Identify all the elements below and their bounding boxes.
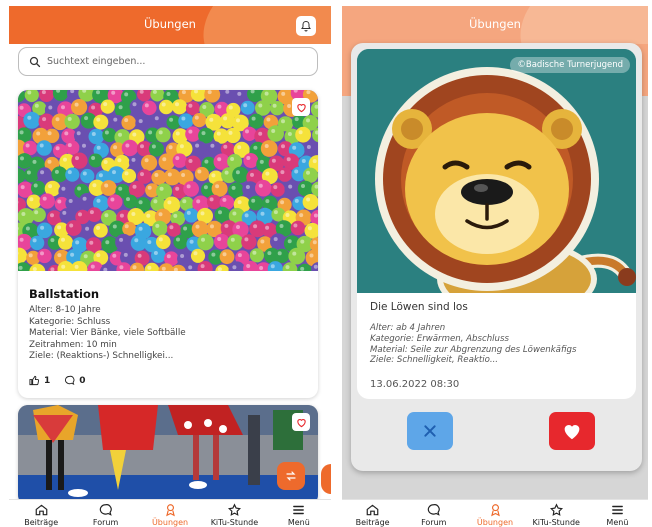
detail-age: Alter: 8-10 Jahre [29, 305, 101, 315]
menu-icon [293, 505, 305, 515]
nav-label: Menü [606, 518, 629, 527]
page-title: Übungen [144, 17, 196, 31]
share-button[interactable] [277, 462, 305, 490]
heart-outline-icon [296, 103, 306, 112]
exercise-list-screen: Übungen Ballstation Alter: 8-10 Jahre Ka… [9, 6, 331, 527]
nav-label: KiTu-Stunde [210, 518, 259, 527]
bottom-navigation: Beiträge Forum Übungen KiTu-Stunde Menü [9, 499, 331, 527]
nav-item-uebungen[interactable]: Übungen [138, 500, 202, 527]
exercise-details: Alter: ab 4 Jahren Kategorie: Erwärmen, … [370, 323, 576, 366]
drawer-handle[interactable] [321, 464, 331, 494]
heart-outline-icon [296, 418, 306, 427]
nav-item-menu[interactable]: Menü [267, 500, 331, 527]
heart-icon [564, 425, 580, 440]
close-icon [424, 425, 436, 437]
home-icon [35, 504, 48, 516]
comment-count: 0 [79, 375, 86, 386]
exercise-card[interactable]: ©Badische Turnerjugend Die Löwen sind lo… [357, 49, 636, 399]
search-bar[interactable] [18, 47, 318, 76]
detail-material: Material: Vier Bänke, viele Softbälle [29, 328, 186, 338]
detail-age: Alter: ab 4 Jahren [370, 323, 446, 333]
notification-button[interactable] [296, 16, 316, 36]
lion-image [357, 49, 636, 293]
page-title: Übungen [469, 17, 521, 31]
search-icon [29, 56, 41, 67]
comment-icon[interactable] [64, 375, 75, 386]
detail-category: Kategorie: Erwärmen, Abschluss [370, 333, 509, 344]
nav-item-kitu-stunde[interactable]: KiTu-Stunde [202, 500, 266, 527]
bottom-navigation: Beiträge Forum Übungen KiTu-Stunde Menü [342, 499, 648, 527]
card-stats: 1 0 [29, 375, 96, 386]
favorite-button[interactable] [292, 413, 310, 431]
nav-label: Übungen [476, 518, 514, 527]
app-header: Übungen [9, 6, 331, 44]
nav-item-menu[interactable]: Menü [587, 500, 648, 527]
detail-category: Kategorie: Schluss [29, 316, 111, 327]
copyright-badge: ©Badische Turnerjugend [510, 57, 630, 73]
nav-item-forum[interactable]: Forum [403, 500, 464, 527]
exercise-card[interactable]: Ballstation Alter: 8-10 Jahre Kategorie:… [18, 90, 318, 398]
nav-label: KiTu-Stunde [532, 518, 580, 527]
search-input[interactable] [47, 56, 287, 67]
bell-icon [301, 20, 311, 32]
like-button[interactable] [549, 412, 595, 450]
thumbs-up-icon[interactable] [29, 375, 40, 386]
nav-label: Übungen [151, 518, 189, 527]
home-icon [366, 504, 379, 516]
nav-label: Menü [287, 518, 310, 527]
dismiss-button[interactable] [407, 412, 453, 450]
exercise-swipe-screen: Übungen ©Badische Turnerjugend Die Löwen… [342, 6, 648, 527]
exercise-title: Die Löwen sind los [370, 301, 468, 313]
favorite-button[interactable] [292, 98, 310, 116]
menu-icon [612, 505, 623, 515]
exercise-details: Alter: 8-10 Jahre Kategorie: Schluss Mat… [29, 305, 186, 363]
detail-duration: Zeitrahmen: 10 min [29, 339, 117, 350]
detail-goals: Ziele: (Reaktions-) Schnelligkei... [29, 351, 174, 361]
detail-material: Material: Seile zur Abgrenzung des Löwen… [370, 344, 577, 355]
dancers-image [18, 405, 318, 505]
exercise-title: Ballstation [29, 287, 100, 301]
nav-label: Forum [421, 518, 447, 527]
nav-label: Beiträge [24, 518, 59, 527]
nav-item-beitraege[interactable]: Beiträge [9, 500, 73, 527]
nav-label: Beiträge [355, 518, 390, 527]
forum-icon [99, 504, 112, 516]
nav-item-beitraege[interactable]: Beiträge [342, 500, 403, 527]
nav-label: Forum [92, 518, 119, 527]
nav-item-forum[interactable]: Forum [73, 500, 137, 527]
nav-item-kitu-stunde[interactable]: KiTu-Stunde [526, 500, 587, 527]
exercise-swipe-modal: ©Badische Turnerjugend Die Löwen sind lo… [351, 43, 642, 471]
nav-item-uebungen[interactable]: Übungen [464, 500, 525, 527]
star-icon [227, 503, 241, 516]
detail-goals: Ziele: Schnelligkeit, Reaktio... [370, 355, 499, 366]
exercise-icon [165, 504, 175, 517]
forum-icon [428, 504, 441, 516]
like-count: 1 [44, 375, 51, 386]
exercise-card[interactable] [18, 405, 318, 505]
star-icon [549, 503, 563, 516]
exercise-icon [490, 504, 500, 517]
ball-pit-image [18, 90, 318, 271]
exercise-date: 13.06.2022 08:30 [370, 379, 460, 390]
app-header: Übungen [342, 6, 648, 44]
swap-arrows-icon [286, 471, 296, 481]
